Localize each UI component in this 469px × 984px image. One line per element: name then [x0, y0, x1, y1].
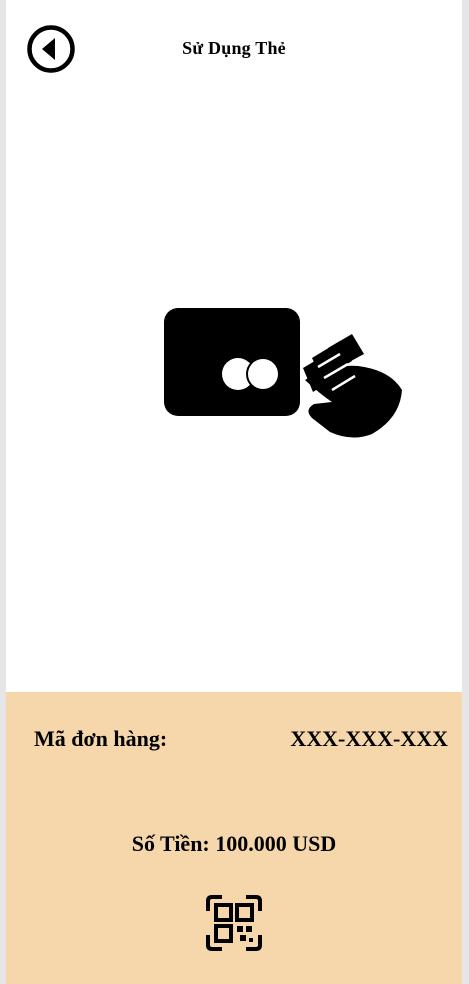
order-code-label: Mã đơn hàng:	[34, 726, 168, 751]
payment-footer: Mã đơn hàng: XXX-XXX-XXX Số Tiền: 100.00…	[6, 692, 462, 984]
page-title: Sử Dụng Thẻ	[182, 38, 286, 58]
hand-tap-icon	[303, 334, 402, 438]
tap-card-illustration	[162, 306, 402, 442]
payment-card-icon	[164, 308, 300, 416]
card-payment-screen: Sử Dụng Thẻ Mã đơn hàng: XXX-XXX-XXX Số …	[6, 0, 462, 984]
qr-scan-button[interactable]	[206, 895, 262, 951]
payment-amount: Số Tiền: 100.000 USD	[131, 831, 337, 856]
qr-scan-icon	[206, 895, 262, 951]
header: Sử Dụng Thẻ	[6, 0, 462, 96]
order-code-value: XXX-XXX-XXX	[290, 726, 448, 751]
